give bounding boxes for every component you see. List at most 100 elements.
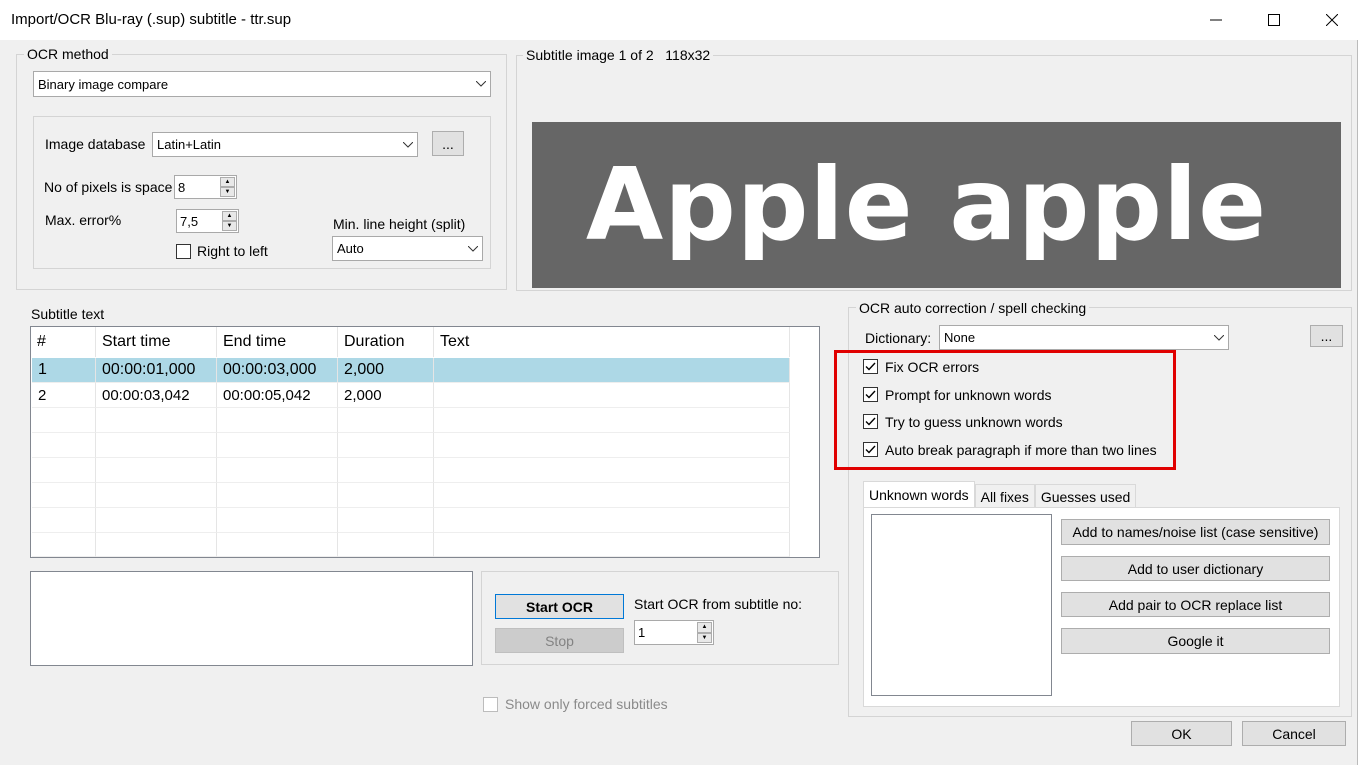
subtitle-text-legend: Subtitle text (31, 306, 105, 322)
add-user-dictionary-button[interactable]: Add to user dictionary (1061, 556, 1330, 581)
cell-end-time: 00:00:03,000 (217, 358, 338, 383)
add-ocr-replace-pair-button[interactable]: Add pair to OCR replace list (1061, 592, 1330, 617)
tab-all-fixes[interactable]: All fixes (974, 484, 1035, 508)
dictionary-select[interactable]: None (939, 325, 1229, 350)
check-icon (865, 390, 876, 399)
subtitle-text-editor[interactable] (30, 571, 473, 666)
stop-button[interactable]: Stop (495, 628, 624, 653)
table-row[interactable]: 2 00:00:03,042 00:00:05,042 2,000 (32, 383, 790, 408)
dictionary-browse-button[interactable]: ... (1310, 325, 1343, 347)
column-header-start-time[interactable]: Start time (96, 327, 217, 357)
fix-ocr-errors-checkbox[interactable] (863, 359, 878, 374)
check-icon (865, 417, 876, 426)
subtitle-preview-text: Apple apple (585, 146, 1268, 263)
subtitle-table[interactable]: # Start time End time Duration Text 1 00… (30, 326, 820, 558)
chevron-down-icon (1210, 334, 1228, 341)
cell-text (434, 383, 790, 408)
chevron-down-icon (464, 245, 482, 252)
table-row[interactable]: 1 00:00:01,000 00:00:03,000 2,000 (32, 358, 790, 383)
min-line-height-label: Min. line height (split) (333, 216, 466, 232)
cell-text (434, 358, 790, 383)
image-database-value: Latin+Latin (157, 137, 221, 152)
stepper-buttons[interactable]: ▲ ▼ (220, 177, 235, 197)
window-title: Import/OCR Blu-ray (.sup) subtitle - ttr… (11, 11, 292, 28)
dictionary-label: Dictionary: (865, 330, 932, 346)
minimize-icon (1210, 19, 1222, 21)
start-ocr-button[interactable]: Start OCR (495, 594, 624, 619)
maximize-icon (1268, 14, 1280, 26)
auto-correction-legend: OCR auto correction / spell checking (856, 300, 1090, 316)
cell-number: 2 (32, 383, 96, 408)
guess-unknown-words-checkbox[interactable] (863, 414, 878, 429)
tab-unknown-words[interactable]: Unknown words (863, 481, 975, 508)
min-line-height-select[interactable]: Auto (332, 236, 483, 261)
check-icon (865, 445, 876, 454)
cell-duration: 2,000 (338, 358, 434, 383)
right-to-left-checkbox[interactable] (176, 244, 191, 259)
column-header-duration[interactable]: Duration (338, 327, 434, 357)
add-names-noise-button[interactable]: Add to names/noise list (case sensitive) (1061, 519, 1330, 545)
ocr-method-select[interactable]: Binary image compare (33, 71, 491, 97)
dictionary-value: None (944, 330, 976, 345)
close-icon (1326, 14, 1338, 26)
down-arrow-icon[interactable]: ▼ (697, 632, 712, 643)
stepper-buttons[interactable]: ▲ ▼ (222, 211, 237, 231)
table-row-empty (32, 483, 790, 508)
subtitle-image-legend: Subtitle image 1 of 2 118x32 (523, 47, 714, 63)
title-bar[interactable]: Import/OCR Blu-ray (.sup) subtitle - ttr… (0, 0, 1358, 40)
pixels-space-label: No of pixels is space (44, 179, 173, 195)
image-database-browse-button[interactable]: ... (432, 131, 464, 156)
pixels-space-stepper[interactable]: 8 ▲ ▼ (174, 175, 237, 199)
image-database-select[interactable]: Latin+Latin (152, 132, 418, 157)
close-button[interactable] (1303, 0, 1361, 40)
max-error-label: Max. error% (45, 212, 122, 228)
fix-ocr-errors-label: Fix OCR errors (885, 359, 980, 375)
max-error-stepper[interactable]: 7,5 ▲ ▼ (176, 209, 239, 233)
chevron-down-icon (399, 141, 417, 148)
check-icon (865, 362, 876, 371)
subtitle-image-preview: Apple apple (532, 122, 1341, 288)
up-arrow-icon[interactable]: ▲ (222, 211, 237, 221)
background-strip (1358, 0, 1370, 765)
cell-start-time: 00:00:03,042 (96, 383, 217, 408)
table-row-empty (32, 458, 790, 483)
chevron-down-icon (472, 81, 490, 87)
minimize-button[interactable] (1187, 0, 1245, 40)
start-from-stepper[interactable]: 1 ▲ ▼ (634, 620, 714, 645)
cell-start-time: 00:00:01,000 (96, 358, 217, 383)
column-header-text[interactable]: Text (434, 327, 790, 357)
cancel-button[interactable]: Cancel (1242, 721, 1346, 746)
prompt-unknown-words-label: Prompt for unknown words (885, 387, 1052, 403)
ocr-method-legend: OCR method (24, 46, 112, 62)
show-forced-checkbox[interactable] (483, 697, 498, 712)
right-to-left-label: Right to left (197, 243, 268, 259)
ok-button[interactable]: OK (1131, 721, 1232, 746)
unknown-words-list[interactable] (871, 514, 1052, 696)
auto-break-paragraph-checkbox[interactable] (863, 442, 878, 457)
ocr-method-value: Binary image compare (38, 76, 169, 92)
column-header-end-time[interactable]: End time (217, 327, 338, 357)
start-from-label: Start OCR from subtitle no: (634, 596, 803, 612)
column-header-number[interactable]: # (31, 327, 96, 357)
stepper-buttons[interactable]: ▲ ▼ (697, 622, 712, 643)
guess-unknown-words-label: Try to guess unknown words (885, 414, 1063, 430)
up-arrow-icon[interactable]: ▲ (220, 177, 235, 187)
cell-end-time: 00:00:05,042 (217, 383, 338, 408)
show-forced-label: Show only forced subtitles (505, 696, 668, 712)
google-it-button[interactable]: Google it (1061, 628, 1330, 654)
table-row-empty (32, 508, 790, 533)
maximize-button[interactable] (1245, 0, 1303, 40)
table-row-empty (32, 533, 790, 557)
cell-duration: 2,000 (338, 383, 434, 408)
tab-guesses-used[interactable]: Guesses used (1034, 484, 1137, 508)
pixels-space-value: 8 (178, 179, 186, 195)
cell-number: 1 (32, 358, 96, 383)
prompt-unknown-words-checkbox[interactable] (863, 387, 878, 402)
up-arrow-icon[interactable]: ▲ (697, 622, 712, 633)
correction-tabs: Unknown words All fixes Guesses used (863, 481, 1137, 508)
table-row-empty (32, 408, 790, 433)
auto-break-paragraph-label: Auto break paragraph if more than two li… (885, 442, 1157, 458)
down-arrow-icon[interactable]: ▼ (222, 221, 237, 231)
down-arrow-icon[interactable]: ▼ (220, 187, 235, 197)
table-row-empty (32, 433, 790, 458)
